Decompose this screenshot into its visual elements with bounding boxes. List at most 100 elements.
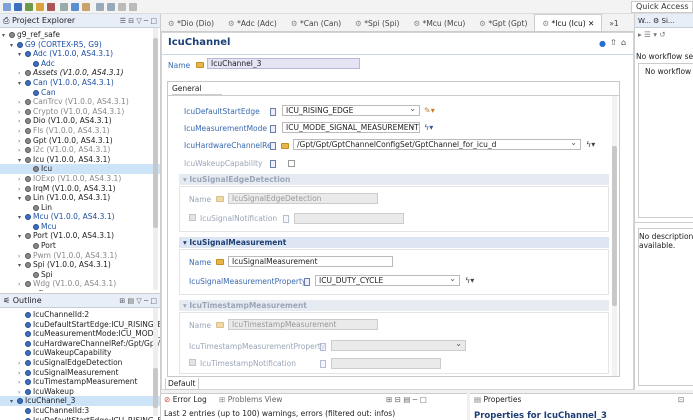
tree-item[interactable]: › Wdg (V1.0.0, AS4.3.1) [0,279,160,289]
timestamp-name-input[interactable]: IcuTimestampMeasurement [228,319,378,330]
tree-item[interactable]: › IrqM (V1.0.0, AS4.3.1) [0,184,160,194]
project-explorer-tab[interactable]: ⎙ Project Explorer ☰ ⊟ ▽ ─ □ [0,14,160,28]
tree-item[interactable]: Can [0,88,160,98]
outline-view-controls[interactable]: ⊞ ▤ ▽ ─ □ [119,294,157,307]
edit-pencil-icon[interactable]: ✎▾ [424,106,435,115]
editor-tab[interactable]: ⚙ *Mcu (Mcu) [406,15,472,31]
edge-notification-checkbox[interactable] [189,214,196,221]
tree-item[interactable]: Port [0,241,160,251]
tree-item[interactable]: › Dio (V1.0.0, AS4.3.1) [0,116,160,126]
workflow-tab[interactable]: W... ⚙ Si... [635,14,693,28]
tree-item[interactable]: › Assets (V1.0.0, AS4.3.1) [0,68,160,78]
tree-item[interactable]: › Gpt (V1.0.0, AS4.3.1) [0,136,160,146]
editor-tab[interactable]: ⚙ *Adc (Adc) [221,15,284,31]
outline-item[interactable]: IcuHardwareChannelRef:/Gpt/Gpt/ [0,339,160,349]
editor-tab[interactable]: ⚙ *Dio (Dio) [161,15,221,31]
view-controls[interactable]: ☰ ⊟ ▽ ─ □ [120,14,157,27]
property-action-icon[interactable]: ϟ▾ [465,276,474,285]
signal-measurement-section[interactable]: ▾ IcuSignalMeasurement [179,237,609,248]
expand-arrow-icon[interactable]: ▾ [18,79,25,89]
project-explorer-scrollbar[interactable] [153,28,158,290]
up-icon[interactable]: ⇧ [610,38,617,47]
default-start-edge-select[interactable]: ICU_RISING_EDGE [282,105,420,116]
validate-icon[interactable] [47,3,55,11]
error-log-tab[interactable]: ⊘ Error Log [164,394,207,406]
expand-arrow-icon[interactable]: ▾ [18,194,25,204]
home-icon[interactable]: ⌂ [621,38,626,47]
edge-notification-input[interactable] [294,213,404,224]
outline-item[interactable]: IcuChannelId:3 [0,406,160,416]
quick-access-field[interactable]: Quick Access [631,1,693,13]
tree-item[interactable]: ▾ Mcu (V1.0.0, AS4.3.1) [0,212,160,222]
tree-item[interactable]: ▾ Lin (V1.0.0, AS4.3.1) [0,193,160,203]
expand-arrow-icon[interactable]: ▾ [18,232,25,242]
problems-view-tab[interactable]: ⊞ Problems View [219,394,282,406]
workflow-item[interactable]: No workflow se [645,67,693,76]
tree-item[interactable]: Icu [0,164,160,174]
outline-item[interactable]: › IcuSignalEdgeDetection [0,358,160,368]
expand-arrow-icon[interactable]: ▾ [18,156,25,166]
close-icon[interactable]: ✕ [586,19,594,28]
expand-arrow-icon[interactable]: › [10,290,17,291]
edge-name-input[interactable]: IcuSignalEdgeDetection [228,193,378,204]
timestamp-property-select[interactable] [331,340,466,351]
outline-scrollbar[interactable] [153,308,158,416]
expand-arrow-icon[interactable]: ▾ [2,31,9,41]
outline-item[interactable]: IcuDefaultStartEdge:ICU_RISING_ED [0,416,160,420]
properties-tab[interactable]: ▤ Properties [474,394,521,406]
tree-item[interactable]: › config [0,289,160,291]
tree-item[interactable]: ▾ Icu (V1.0.0, AS4.3.1) [0,155,160,165]
tree-item[interactable]: ▾ Can (V1.0.0, AS4.3.1) [0,78,160,88]
wakeup-capability-checkbox[interactable] [288,160,295,167]
outline-item[interactable]: › IcuWakeup [0,387,160,397]
editor-tab[interactable]: ⚙ *Spi (Spi) [348,15,406,31]
tab-overflow-button[interactable]: »1 [602,15,625,31]
outline-item[interactable]: IcuWakeupCapability [0,348,160,358]
help-icon[interactable]: ● [599,39,606,48]
expand-arrow-icon[interactable]: ▾ [18,261,25,271]
expand-arrow-icon[interactable]: ▾ [10,397,17,407]
tree-item[interactable]: › CanTrcv (V1.0.0, AS4.3.1) [0,97,160,107]
tree-item[interactable]: ▾ Port (V1.0.0, AS4.3.1) [0,231,160,241]
outline-item[interactable]: › IcuSignalMeasurement [0,368,160,378]
run-icon[interactable] [71,3,79,11]
build-icon[interactable] [25,3,33,11]
tree-item[interactable]: Lin [0,203,160,213]
file-icon[interactable] [3,3,11,11]
tree-item[interactable]: ▾ Spi (V1.0.0, AS4.3.1) [0,260,160,270]
outline-item[interactable]: IcuMeasurementMode:ICU_MODE_ [0,329,160,339]
tree-item[interactable]: ▾ G9 (CORTEX-R5, G9) [0,40,160,50]
tree-item[interactable]: › IOExp (V1.0.0, AS4.3.1) [0,174,160,184]
tree-item[interactable]: Mcu [0,222,160,232]
reference-action-icon[interactable]: ϟ▾ [586,140,595,149]
debug-icon[interactable] [82,3,90,11]
menu-icon[interactable] [129,3,137,11]
timestamp-notification-input[interactable] [331,358,441,369]
pin-icon[interactable] [118,3,126,11]
nav-back-icon[interactable] [96,3,104,11]
tree-item[interactable]: ▾ g9_ref_safe [0,30,160,40]
nav-forward-icon[interactable] [107,3,115,11]
measurement-mode-select[interactable]: ICU_MODE_SIGNAL_MEASUREMENT [282,122,420,133]
default-tab[interactable]: Default [165,378,199,390]
timestamp-section[interactable]: ▾ IcuTimestampMeasurement [179,300,609,311]
tree-item[interactable]: › Fls (V1.0.0, AS4.3.1) [0,126,160,136]
tree-item[interactable]: › I2c (V1.0.0, AS4.3.1) [0,145,160,155]
channel-name-input[interactable]: IcuChannel_3 [207,58,360,69]
editor-tab[interactable]: ⚙ *Gpt (Gpt) [472,15,534,31]
calc-icon[interactable]: ϟ▾ [424,123,433,132]
search-icon[interactable] [60,3,68,11]
outline-item[interactable]: IcuDefaultStartEdge:ICU_RISING_ED [0,320,160,330]
workflow-list[interactable]: No workflow se [638,63,693,218]
expand-arrow-icon[interactable]: ▾ [18,213,25,223]
save-icon[interactable] [14,3,22,11]
hardware-channel-ref-select[interactable]: /Gpt/Gpt/GptChannelConfigSet/GptChannel_… [293,139,581,150]
editor-scrollbar[interactable] [612,96,617,376]
measurement-property-select[interactable]: ICU_DUTY_CYCLE [315,275,460,286]
expand-arrow-icon[interactable]: ▾ [10,41,17,51]
editor-tab[interactable]: ⚙ *Can (Can) [284,15,348,31]
log-controls[interactable]: ⊞ ⊟ ▤ ─ □ [386,394,427,406]
workflow-toolbar[interactable]: ▸ ☰ ▾ ↺ [638,30,666,39]
tree-item[interactable]: Spi [0,270,160,280]
tree-item[interactable]: Adc [0,59,160,69]
